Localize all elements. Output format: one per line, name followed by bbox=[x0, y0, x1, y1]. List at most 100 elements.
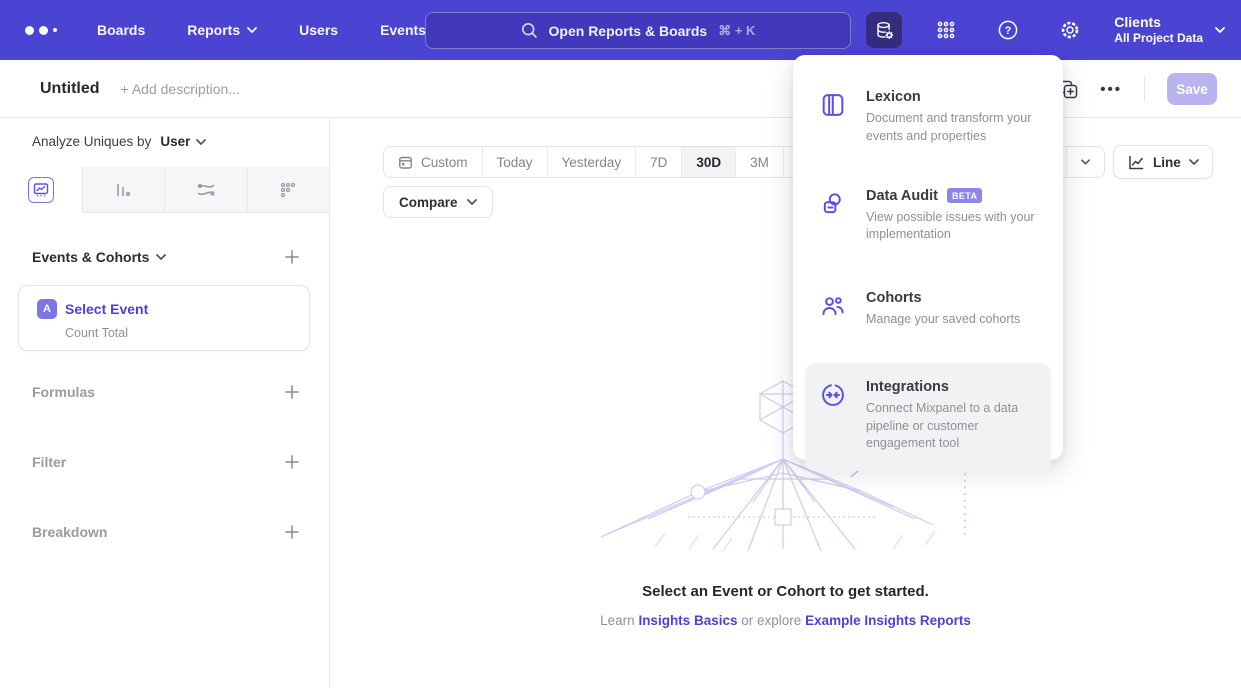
tab-flow-chart[interactable] bbox=[164, 167, 247, 213]
nav-item-users[interactable]: Users bbox=[299, 22, 338, 38]
svg-text:?: ? bbox=[1005, 25, 1012, 37]
beta-badge: BETA bbox=[947, 188, 982, 203]
divider bbox=[1144, 76, 1145, 102]
plus-icon bbox=[285, 250, 299, 264]
analyze-label: Analyze Uniques by bbox=[32, 134, 151, 149]
menu-item-title: Integrations bbox=[866, 379, 949, 395]
date-range-label: 30D bbox=[696, 155, 721, 170]
menu-item-title: Cohorts bbox=[866, 290, 922, 306]
chart-type-label: Line bbox=[1153, 155, 1181, 170]
project-name: All Project Data bbox=[1114, 31, 1203, 47]
date-range-custom[interactable]: Custom bbox=[384, 147, 483, 177]
date-range-yesterday[interactable]: Yesterday bbox=[548, 147, 637, 177]
add-filter-button[interactable] bbox=[285, 455, 299, 469]
empty-state-title: Select an Event or Cohort to get started… bbox=[330, 583, 1241, 600]
event-card[interactable]: A Select Event Count Total bbox=[18, 285, 310, 351]
org-name: Clients bbox=[1114, 13, 1203, 31]
global-search-input[interactable]: Open Reports & Boards ⌘ + K bbox=[425, 12, 851, 49]
menu-item-description: Manage your saved cohorts bbox=[866, 311, 1020, 329]
menu-item-title: Lexicon bbox=[866, 89, 921, 105]
data-audit-icon bbox=[819, 190, 847, 218]
chevron-down-icon bbox=[156, 254, 166, 260]
breakdown-section: Breakdown bbox=[32, 524, 299, 540]
help-button[interactable]: ? bbox=[990, 12, 1026, 48]
menu-item-integrations[interactable]: Integrations Connect Mixpanel to a data … bbox=[805, 363, 1051, 471]
query-sidebar: Analyze Uniques by User bbox=[0, 119, 330, 688]
date-range-label: 7D bbox=[650, 155, 667, 170]
tab-metric[interactable] bbox=[247, 167, 330, 213]
formulas-label: Formulas bbox=[32, 384, 95, 400]
tab-bar-chart[interactable] bbox=[82, 167, 165, 213]
date-range-label: Custom bbox=[421, 155, 468, 170]
date-range-today[interactable]: Today bbox=[483, 147, 548, 177]
add-formula-button[interactable] bbox=[285, 385, 299, 399]
plus-icon bbox=[285, 525, 299, 539]
formulas-section: Formulas bbox=[32, 384, 299, 400]
compare-button[interactable]: Compare bbox=[383, 186, 493, 218]
integrations-icon bbox=[819, 381, 847, 409]
data-management-menu: Lexicon Document and transform your even… bbox=[793, 55, 1063, 460]
search-shortcut: ⌘ + K bbox=[718, 23, 755, 39]
cohorts-icon bbox=[819, 292, 847, 320]
add-description[interactable]: + Add description... bbox=[121, 81, 240, 97]
date-range-3m[interactable]: 3M bbox=[736, 147, 784, 177]
date-range-30d[interactable]: 30D bbox=[682, 147, 736, 177]
report-title[interactable]: Untitled bbox=[40, 80, 100, 98]
help-icon: ? bbox=[997, 19, 1019, 41]
select-event-label[interactable]: Select Event bbox=[65, 301, 148, 317]
save-button[interactable]: Save bbox=[1167, 73, 1217, 105]
filter-label: Filter bbox=[32, 454, 66, 470]
insights-basics-link[interactable]: Insights Basics bbox=[638, 613, 737, 628]
count-total-label[interactable]: Count Total bbox=[65, 326, 128, 340]
plus-icon bbox=[285, 455, 299, 469]
compare-label: Compare bbox=[399, 195, 458, 210]
nav-label: Users bbox=[299, 22, 338, 38]
date-range-label: Today bbox=[497, 155, 533, 170]
nav-label: Boards bbox=[97, 22, 145, 38]
nav-item-reports[interactable]: Reports bbox=[187, 22, 257, 38]
chevron-down-icon bbox=[196, 139, 206, 145]
apps-grid-icon bbox=[936, 20, 956, 40]
settings-button[interactable] bbox=[1052, 12, 1088, 48]
analyze-by-dropdown[interactable]: User bbox=[160, 134, 206, 149]
date-range-label: 3M bbox=[750, 155, 769, 170]
more-actions-button[interactable]: ••• bbox=[1100, 81, 1122, 98]
date-range-label: Yesterday bbox=[562, 155, 622, 170]
chart-type-tabs bbox=[0, 167, 329, 213]
events-cohorts-title[interactable]: Events & Cohorts bbox=[32, 249, 166, 265]
search-placeholder: Open Reports & Boards bbox=[549, 23, 708, 39]
menu-item-description: Document and transform your events and p… bbox=[866, 110, 1037, 146]
menu-item-title: Data Audit bbox=[866, 188, 938, 204]
add-event-button[interactable] bbox=[285, 250, 299, 264]
chevron-down-icon bbox=[247, 27, 257, 33]
nav-item-events[interactable]: Events bbox=[380, 22, 426, 38]
chevron-down-icon bbox=[1081, 159, 1090, 165]
learn-prefix: Learn bbox=[600, 613, 635, 628]
search-icon bbox=[521, 22, 538, 39]
nav-item-boards[interactable]: Boards bbox=[97, 22, 145, 38]
plus-icon bbox=[285, 385, 299, 399]
chevron-down-icon bbox=[1215, 27, 1225, 33]
or-explore-text: or explore bbox=[741, 613, 801, 628]
project-switcher[interactable]: Clients All Project Data bbox=[1114, 13, 1225, 47]
data-management-button[interactable] bbox=[866, 12, 902, 48]
gear-icon bbox=[1059, 19, 1081, 41]
menu-item-description: View possible issues with your implement… bbox=[866, 209, 1037, 245]
chart-type-button[interactable]: Line bbox=[1113, 145, 1213, 179]
filter-section: Filter bbox=[32, 454, 299, 470]
section-label: Events & Cohorts bbox=[32, 249, 149, 265]
date-range-more-button[interactable] bbox=[1066, 147, 1104, 177]
menu-item-data-audit[interactable]: Data Audit BETA View possible issues wit… bbox=[805, 178, 1051, 257]
line-chart-icon bbox=[33, 182, 49, 198]
example-reports-link[interactable]: Example Insights Reports bbox=[805, 613, 971, 628]
apps-grid-button[interactable] bbox=[928, 12, 964, 48]
bar-chart-icon bbox=[114, 181, 132, 199]
menu-item-cohorts[interactable]: Cohorts Manage your saved cohorts bbox=[805, 280, 1051, 341]
tab-insights-line[interactable] bbox=[0, 167, 82, 213]
line-chart-icon bbox=[1127, 154, 1145, 171]
lexicon-icon bbox=[819, 91, 847, 119]
date-range-7d[interactable]: 7D bbox=[636, 147, 682, 177]
mixpanel-logo-icon[interactable] bbox=[25, 26, 57, 35]
menu-item-lexicon[interactable]: Lexicon Document and transform your even… bbox=[805, 79, 1051, 158]
add-breakdown-button[interactable] bbox=[285, 525, 299, 539]
